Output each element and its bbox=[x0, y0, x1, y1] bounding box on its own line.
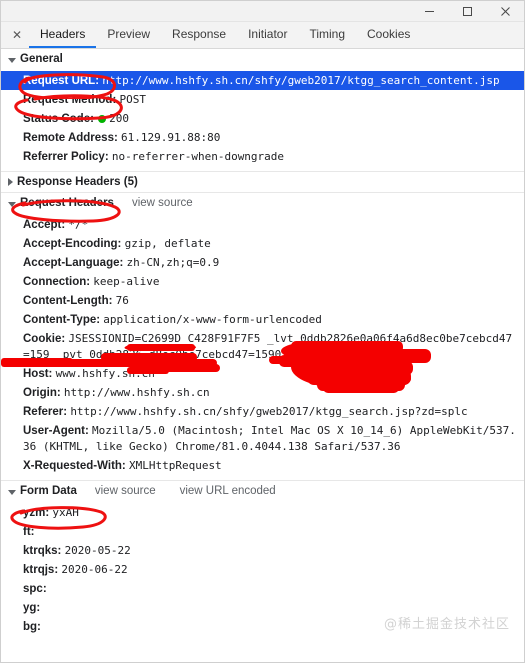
tab-timing[interactable]: Timing bbox=[298, 22, 356, 48]
row-ktrqjs[interactable]: ktrqjs: 2020-06-22 bbox=[1, 560, 524, 579]
row-value: zh-CN,zh;q=0.9 bbox=[126, 255, 220, 269]
row-value: http://www.hshfy.sh.cn/shfy/gweb2017/ktg… bbox=[70, 404, 468, 418]
row-ft[interactable]: ft: bbox=[1, 522, 524, 541]
row-accept-language[interactable]: Accept-Language: zh-CN,zh;q=0.9 bbox=[1, 253, 524, 272]
row-value: XMLHttpRequest bbox=[128, 458, 222, 472]
tab-headers[interactable]: Headers bbox=[29, 22, 97, 48]
row-referrer-policy[interactable]: Referrer Policy: no-referrer-when-downgr… bbox=[1, 147, 524, 166]
row-value: yxAH bbox=[52, 505, 79, 519]
minimize-window-button[interactable] bbox=[410, 1, 448, 22]
row-key: Cookie: bbox=[23, 332, 66, 345]
section-general-header[interactable]: General bbox=[1, 49, 524, 69]
row-content-length[interactable]: Content-Length: 76 bbox=[1, 291, 524, 310]
section-response-headers-title: Response Headers (5) bbox=[17, 176, 138, 188]
row-value: keep-alive bbox=[93, 274, 160, 288]
row-value: 61.129.91.88:80 bbox=[121, 130, 221, 144]
close-window-button[interactable] bbox=[486, 1, 524, 22]
tab-cookies[interactable]: Cookies bbox=[356, 22, 421, 48]
row-value: POST bbox=[119, 92, 146, 106]
row-connection[interactable]: Connection: keep-alive bbox=[1, 272, 524, 291]
row-accept-encoding[interactable]: Accept-Encoding: gzip, deflate bbox=[1, 234, 524, 253]
row-key: User-Agent: bbox=[23, 424, 89, 437]
row-value: 2020-06-22 bbox=[61, 562, 128, 576]
row-key: Content-Type: bbox=[23, 313, 101, 326]
row-key: Request URL: bbox=[23, 74, 100, 87]
row-value: 200 bbox=[109, 111, 129, 125]
row-origin[interactable]: Origin: http://www.hshfy.sh.cn bbox=[1, 383, 524, 402]
row-key: Referrer Policy: bbox=[23, 150, 109, 163]
view-source-link[interactable]: view source bbox=[95, 485, 156, 497]
request-headers-rows: Accept: */* Accept-Encoding: gzip, defla… bbox=[1, 213, 524, 478]
row-key: X-Requested-With: bbox=[23, 459, 126, 472]
row-key: yg: bbox=[23, 601, 41, 614]
row-value: */* bbox=[68, 217, 89, 231]
row-key: ktrqjs: bbox=[23, 563, 59, 576]
section-form-data-header[interactable]: Form Data view source view URL encoded bbox=[1, 481, 524, 501]
row-user-agent[interactable]: User-Agent: Mozilla/5.0 (Macintosh; Inte… bbox=[1, 421, 524, 456]
row-cookie[interactable]: Cookie: JSESSIONID=C2699D C428F91F7F5 _l… bbox=[1, 329, 524, 364]
row-key: ft: bbox=[23, 525, 35, 538]
maximize-window-button[interactable] bbox=[448, 1, 486, 22]
row-key: Referer: bbox=[23, 405, 68, 418]
section-general-title: General bbox=[20, 53, 63, 65]
row-remote-address[interactable]: Remote Address: 61.129.91.88:80 bbox=[1, 128, 524, 147]
row-key: Origin: bbox=[23, 386, 61, 399]
tab-preview[interactable]: Preview bbox=[96, 22, 161, 48]
chevron-down-icon bbox=[8, 201, 16, 207]
row-key: Content-Length: bbox=[23, 294, 113, 307]
row-key: Request Method: bbox=[23, 93, 117, 106]
section-request-headers-title: Request Headers bbox=[20, 197, 114, 209]
row-yzm[interactable]: yzm: yxAH bbox=[1, 503, 524, 522]
section-form-data-title: Form Data bbox=[20, 485, 77, 497]
row-value: JSESSIONID=C2699D C428F91F7F5 _lvt_0ddb2… bbox=[23, 331, 513, 361]
row-x-requested-with[interactable]: X-Requested-With: XMLHttpRequest bbox=[1, 456, 524, 475]
site-watermark: @稀土掘金技术社区 bbox=[383, 617, 510, 632]
tab-initiator[interactable]: Initiator bbox=[237, 22, 298, 48]
window-title-bar bbox=[1, 1, 524, 22]
row-value: www.hshfy.sh.cn bbox=[55, 366, 155, 380]
view-source-link[interactable]: view source bbox=[132, 197, 193, 209]
row-key: Accept-Language: bbox=[23, 256, 124, 269]
close-panel-icon[interactable]: ✕ bbox=[5, 22, 29, 48]
row-value: application/x-www-form-urlencoded bbox=[103, 312, 322, 326]
row-value: Mozilla/5.0 (Macintosh; Intel Mac OS X 1… bbox=[23, 423, 516, 453]
chevron-down-icon bbox=[8, 57, 16, 63]
section-request-headers-header[interactable]: Request Headers view source bbox=[1, 193, 524, 213]
row-value: no-referrer-when-downgrade bbox=[111, 149, 285, 163]
section-response-headers-header[interactable]: Response Headers (5) bbox=[1, 172, 524, 193]
row-request-method[interactable]: Request Method: POST bbox=[1, 90, 524, 109]
row-key: Status Code: bbox=[23, 112, 94, 125]
row-key: ktrqks: bbox=[23, 544, 62, 557]
row-key: Accept: bbox=[23, 218, 66, 231]
row-status-code[interactable]: Status Code: 200 bbox=[1, 109, 524, 128]
row-key: Accept-Encoding: bbox=[23, 237, 122, 250]
row-key: yzm: bbox=[23, 506, 50, 519]
general-rows: Request URL: http://www.hshfy.sh.cn/shfy… bbox=[1, 69, 524, 169]
panel-tab-bar: ✕ Headers Preview Response Initiator Tim… bbox=[1, 22, 524, 49]
headers-content: General Request URL: http://www.hshfy.sh… bbox=[1, 49, 524, 639]
row-value: http://www.hshfy.sh.cn/shfy/gweb2017/ktg… bbox=[102, 73, 500, 87]
row-referer[interactable]: Referer: http://www.hshfy.sh.cn/shfy/gwe… bbox=[1, 402, 524, 421]
row-value: 76 bbox=[115, 293, 129, 307]
row-value: 2020-05-22 bbox=[64, 543, 131, 557]
status-ok-icon bbox=[98, 114, 107, 123]
row-host[interactable]: Host: www.hshfy.sh.cn bbox=[1, 364, 524, 383]
chevron-down-icon bbox=[8, 489, 16, 495]
view-url-encoded-link[interactable]: view URL encoded bbox=[180, 485, 276, 497]
row-key: Connection: bbox=[23, 275, 91, 288]
devtools-network-panel: ✕ Headers Preview Response Initiator Tim… bbox=[0, 0, 525, 663]
chevron-right-icon bbox=[8, 178, 13, 186]
row-value: http://www.hshfy.sh.cn bbox=[63, 385, 210, 399]
row-key: Host: bbox=[23, 367, 53, 380]
row-ktrqks[interactable]: ktrqks: 2020-05-22 bbox=[1, 541, 524, 560]
tab-response[interactable]: Response bbox=[161, 22, 237, 48]
row-spc[interactable]: spc: bbox=[1, 579, 524, 598]
row-accept[interactable]: Accept: */* bbox=[1, 215, 524, 234]
row-key: Remote Address: bbox=[23, 131, 118, 144]
row-value: gzip, deflate bbox=[124, 236, 211, 250]
row-request-url[interactable]: Request URL: http://www.hshfy.sh.cn/shfy… bbox=[1, 71, 524, 90]
row-key: bg: bbox=[23, 620, 41, 633]
row-content-type[interactable]: Content-Type: application/x-www-form-url… bbox=[1, 310, 524, 329]
row-key: spc: bbox=[23, 582, 47, 595]
